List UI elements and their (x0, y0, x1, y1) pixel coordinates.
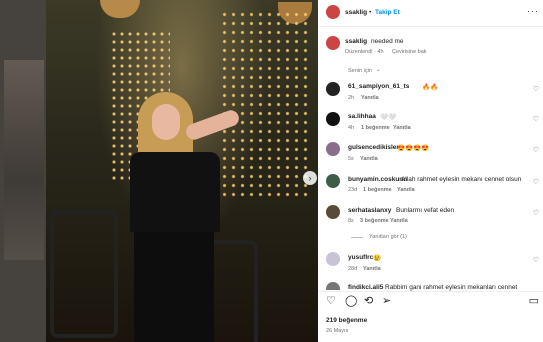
post-date: 26 Mayıs (326, 328, 349, 334)
comment-time: 2h (348, 95, 355, 101)
heart-icon[interactable]: ♡ (533, 256, 539, 264)
chevron-down-icon[interactable]: ⌄ (376, 67, 381, 73)
replies-line (351, 237, 363, 238)
actions-divider (318, 291, 543, 292)
heart-icon[interactable]: ♡ (533, 209, 539, 217)
bookmark-icon[interactable]: ▭ (529, 294, 539, 307)
comment-text: 😍😍😍😍 (397, 145, 430, 152)
comment-text: Bunlarmı vefat eden (396, 207, 455, 214)
more-horizontal-icon[interactable]: ··· (527, 6, 539, 16)
chevron-right-icon[interactable]: › (303, 171, 317, 185)
comment-avatar[interactable] (326, 174, 340, 188)
heart-icon[interactable]: ♡ (326, 294, 336, 307)
comment-username[interactable]: bunyamin.coskunn (348, 176, 407, 183)
reply-button[interactable]: Yanıtla (361, 95, 379, 101)
repost-icon[interactable]: ⟲ (364, 294, 373, 307)
caption-username[interactable]: ssaklig (345, 38, 367, 45)
caption-text: needed me (371, 38, 404, 45)
heart-icon[interactable]: ♡ (533, 146, 539, 154)
comment-like-count[interactable]: 1 beğenme (363, 187, 392, 193)
comments-panel: ssaklig • Takip Et ··· ssaklig needed me… (318, 0, 543, 342)
translate-link[interactable]: Çevirisine bak (392, 49, 427, 55)
comment-avatar[interactable] (326, 82, 340, 96)
black-pants (134, 232, 214, 342)
comment-username[interactable]: gulsencedikisler (348, 144, 399, 151)
comment-text: 😢 (373, 255, 382, 262)
comment-username[interactable]: findikci.ali5 (348, 284, 383, 291)
reply-button[interactable]: Yanıtla (360, 156, 378, 162)
comment-time: 23d (348, 187, 358, 193)
share-icon[interactable]: ➢ (382, 294, 391, 307)
caption-meta: Düzenlendi · 4h (345, 49, 384, 55)
comment-avatar[interactable] (326, 282, 340, 290)
heart-icon[interactable]: ♡ (533, 115, 539, 123)
comment-avatar[interactable] (326, 142, 340, 156)
comment-username[interactable]: sa.lihhaa (348, 113, 376, 120)
comment-text: Allah rahmet eylesin mekanı cennet olsun (401, 176, 522, 183)
arm (183, 108, 242, 142)
post-header: ssaklig • Takip Et ··· (318, 0, 543, 27)
comment-time: 28d (348, 266, 358, 272)
comment-username[interactable]: 61_sampiyon_61_ts (348, 83, 409, 90)
comment-avatar[interactable] (326, 112, 340, 126)
preview-image (4, 60, 44, 260)
reply-button[interactable]: Yanıtla (363, 266, 381, 272)
caption-avatar[interactable] (326, 36, 340, 50)
comment-icon[interactable]: ◯ (345, 294, 357, 307)
post-photo: › (0, 0, 318, 342)
comment-like-count[interactable]: 3 beğenme (360, 218, 389, 224)
person-figure (120, 92, 242, 342)
comment-time: 8s (348, 218, 354, 224)
face (152, 104, 180, 140)
reply-button[interactable]: Yanıtla (393, 125, 411, 131)
heart-icon[interactable]: ♡ (533, 85, 539, 93)
black-top (130, 152, 220, 232)
comment-text: Rabbim gani rahmet eylesin mekanları cen… (385, 284, 518, 291)
view-replies-button[interactable]: Yanıtları gör (1) (369, 234, 407, 240)
comment-username[interactable]: serhataslanxy (348, 207, 391, 214)
follow-button[interactable]: Takip Et (375, 9, 400, 16)
comment-time: 4h (348, 125, 355, 131)
like-count[interactable]: 219 beğenme (326, 317, 367, 324)
reply-button[interactable]: Yanıtla (397, 187, 415, 193)
reply-button[interactable]: Yanıtla (390, 218, 408, 224)
separator-dot: • (369, 9, 372, 16)
comment-avatar[interactable] (326, 205, 340, 219)
avatar[interactable] (326, 5, 340, 19)
comment-like-count[interactable]: 1 beğenme (361, 125, 390, 131)
comment-avatar[interactable] (326, 252, 340, 266)
heart-icon[interactable]: ♡ (533, 178, 539, 186)
comment-text: 🔥🔥 (422, 84, 439, 91)
bar-chair (50, 210, 118, 338)
comment-time: 5s (348, 156, 354, 162)
section-label[interactable]: Senin için (348, 68, 372, 74)
previous-post-preview[interactable] (0, 0, 46, 342)
author-username[interactable]: ssaklig (345, 9, 367, 16)
comment-text: 🤍🤍 (380, 114, 397, 121)
comment-username[interactable]: yusuflrc (348, 254, 373, 261)
